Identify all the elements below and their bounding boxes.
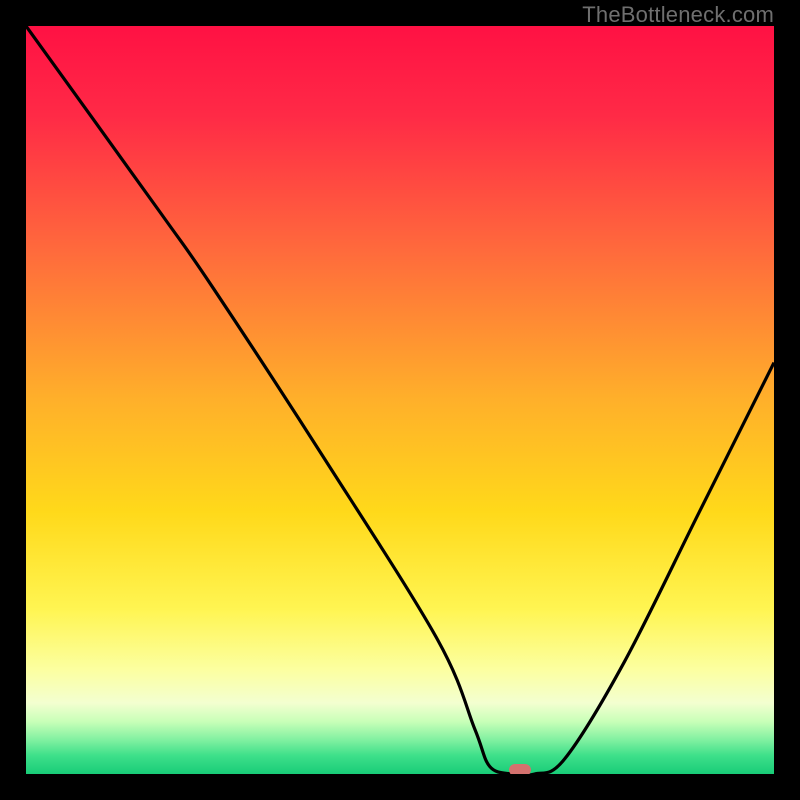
curve-layer bbox=[26, 26, 774, 774]
plot-area bbox=[26, 26, 774, 774]
optimal-point-marker bbox=[509, 764, 531, 774]
chart-container: TheBottleneck.com bbox=[0, 0, 800, 800]
attribution-text: TheBottleneck.com bbox=[582, 2, 774, 28]
bottleneck-curve bbox=[26, 26, 774, 774]
